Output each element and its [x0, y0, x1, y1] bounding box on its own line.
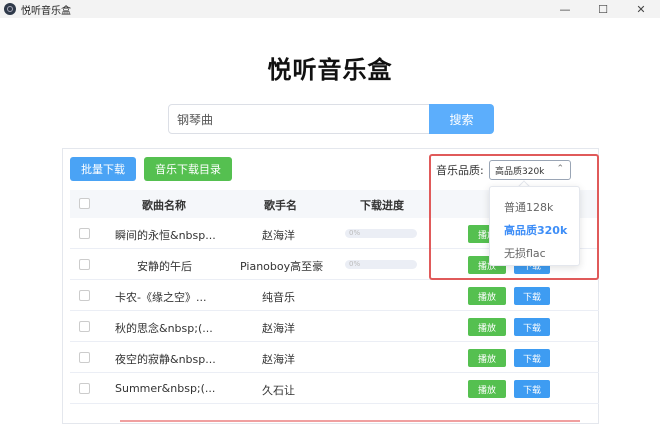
row-checkbox[interactable] — [79, 321, 90, 332]
play-button[interactable]: 播放 — [468, 349, 506, 367]
table-row: 夜空的寂静&nbsp... 赵海洋 播放 下载 — [70, 342, 599, 373]
singer-name: 赵海洋 — [262, 353, 295, 366]
play-button[interactable]: 播放 — [468, 318, 506, 336]
header-singer: 歌手名 — [264, 199, 297, 212]
singer-name: 赵海洋 — [262, 322, 295, 335]
singer-name: 久石让 — [262, 384, 295, 397]
title-bar: 悦听音乐盒 — ☐ ✕ — [0, 0, 660, 18]
song-name: Summer&nbsp;(... — [115, 382, 216, 395]
search-button[interactable]: 搜索 — [429, 104, 494, 134]
row-checkbox[interactable] — [79, 383, 90, 394]
select-all-checkbox[interactable] — [79, 198, 90, 209]
highlight-box — [429, 154, 599, 280]
table-row: 秋的思念&nbsp;(... 赵海洋 播放 下载 — [70, 311, 599, 342]
search-input[interactable] — [168, 104, 430, 134]
song-name: 安静的午后 — [137, 260, 192, 273]
song-name: 秋的思念&nbsp;(... — [115, 322, 213, 335]
close-button[interactable]: ✕ — [622, 0, 660, 18]
song-name: 卡农-《缘之空》... — [115, 291, 207, 304]
window-title: 悦听音乐盒 — [21, 5, 71, 17]
table-row: Summer&nbsp;(... 久石让 播放 下载 — [70, 373, 599, 404]
app-logo-icon — [4, 3, 16, 15]
row-checkbox[interactable] — [79, 228, 90, 239]
song-name: 夜空的寂静&nbsp... — [115, 353, 216, 366]
singer-name: 纯音乐 — [262, 291, 295, 304]
download-button[interactable]: 下载 — [514, 380, 550, 398]
page-title: 悦听音乐盒 — [267, 56, 393, 84]
window-controls: — ☐ ✕ — [546, 0, 660, 18]
row-checkbox[interactable] — [79, 352, 90, 363]
header-song-name: 歌曲名称 — [142, 199, 186, 212]
play-button[interactable]: 播放 — [468, 287, 506, 305]
download-button[interactable]: 下载 — [514, 287, 550, 305]
download-progress: 0% — [345, 260, 417, 269]
download-button[interactable]: 下载 — [514, 349, 550, 367]
song-name: 瞬间的永恒&nbsp... — [115, 229, 216, 242]
header-progress: 下载进度 — [360, 199, 404, 212]
download-button[interactable]: 下载 — [514, 318, 550, 336]
table-row: 卡农-《缘之空》... 纯音乐 播放 下载 — [70, 280, 599, 311]
download-directory-button[interactable]: 音乐下载目录 — [144, 157, 232, 181]
batch-download-button[interactable]: 批量下载 — [70, 157, 136, 181]
row-checkbox[interactable] — [79, 290, 90, 301]
play-button[interactable]: 播放 — [468, 380, 506, 398]
minimize-button[interactable]: — — [546, 0, 584, 18]
bottom-accent-line — [120, 420, 580, 422]
row-checkbox[interactable] — [79, 259, 90, 270]
download-progress: 0% — [345, 229, 417, 238]
maximize-button[interactable]: ☐ — [584, 0, 622, 18]
singer-name: Pianoboy高至豪 — [240, 260, 324, 273]
singer-name: 赵海洋 — [262, 229, 295, 242]
